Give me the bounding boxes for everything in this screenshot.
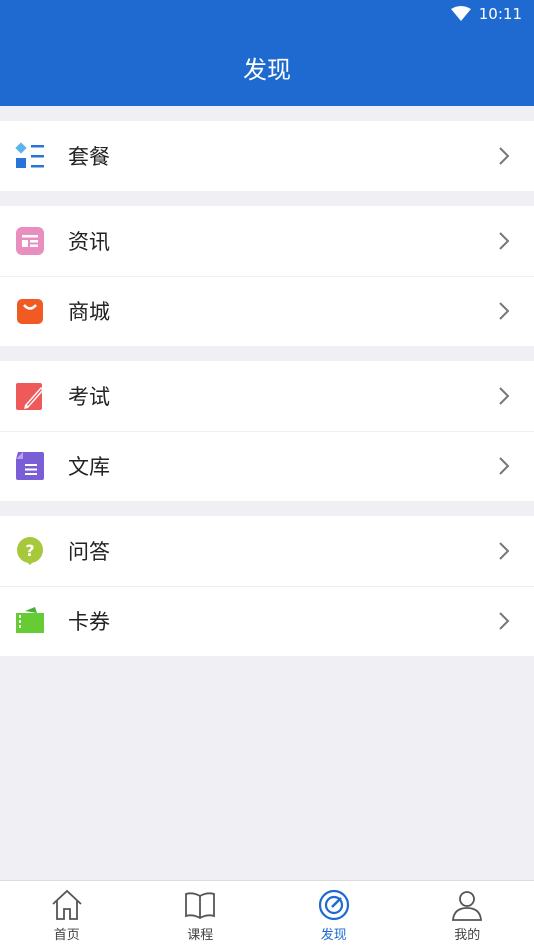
discover-icon (318, 889, 349, 920)
wifi-icon (450, 6, 471, 21)
tab-label: 课程 (187, 927, 214, 943)
tab-discover[interactable]: 发现 (267, 881, 401, 949)
chevron-right-icon (499, 457, 510, 475)
menu-item-label: 商城 (68, 300, 110, 324)
chevron-right-icon (499, 542, 510, 560)
chevron-right-icon (499, 147, 510, 165)
news-icon (15, 226, 45, 256)
page-title: 发现 (243, 55, 291, 84)
header: 发现 (0, 28, 534, 106)
tab-label: 首页 (53, 927, 80, 943)
book-icon (185, 891, 216, 919)
menu-group: 考试 文库 (0, 361, 534, 501)
chevron-right-icon (499, 232, 510, 250)
tab-courses[interactable]: 课程 (134, 881, 268, 949)
status-time: 10:11 (478, 5, 522, 23)
chevron-right-icon (499, 612, 510, 630)
menu-item-exam[interactable]: 考试 (0, 361, 534, 431)
discover-list: 套餐 资讯 商城 考试 文库 ? 问答 卡券 (0, 106, 534, 656)
menu-item-label: 卡券 (68, 610, 110, 634)
coupon-icon (15, 606, 45, 636)
menu-item-label: 文库 (68, 455, 110, 479)
tab-label: 我的 (454, 927, 481, 943)
tab-me[interactable]: 我的 (401, 881, 534, 949)
menu-item-label: 套餐 (68, 145, 110, 169)
menu-item-news[interactable]: 资讯 (0, 206, 534, 276)
chevron-right-icon (499, 302, 510, 320)
menu-item-label: 资讯 (68, 230, 110, 254)
user-icon (452, 890, 483, 921)
menu-item-shop[interactable]: 商城 (0, 276, 534, 346)
menu-item-label: 考试 (68, 385, 110, 409)
package-icon (15, 141, 45, 171)
status-bar: 10:11 (0, 0, 534, 28)
menu-group: 套餐 (0, 121, 534, 191)
bottom-tab-bar: 首页 课程 发现 我的 (0, 880, 534, 949)
menu-item-coupon[interactable]: 卡券 (0, 586, 534, 656)
qa-icon: ? (15, 536, 45, 566)
home-icon (52, 889, 82, 920)
menu-group: ? 问答 卡券 (0, 516, 534, 656)
menu-group: 资讯 商城 (0, 206, 534, 346)
svg-text:?: ? (25, 541, 34, 560)
menu-item-library[interactable]: 文库 (0, 431, 534, 501)
tab-label: 发现 (320, 927, 347, 943)
menu-item-package[interactable]: 套餐 (0, 121, 534, 191)
library-doc-icon (15, 451, 45, 481)
exam-icon (15, 381, 45, 411)
shop-bag-icon (15, 296, 45, 326)
menu-item-qa[interactable]: ? 问答 (0, 516, 534, 586)
menu-item-label: 问答 (68, 540, 110, 564)
tab-home[interactable]: 首页 (0, 881, 134, 949)
chevron-right-icon (499, 387, 510, 405)
